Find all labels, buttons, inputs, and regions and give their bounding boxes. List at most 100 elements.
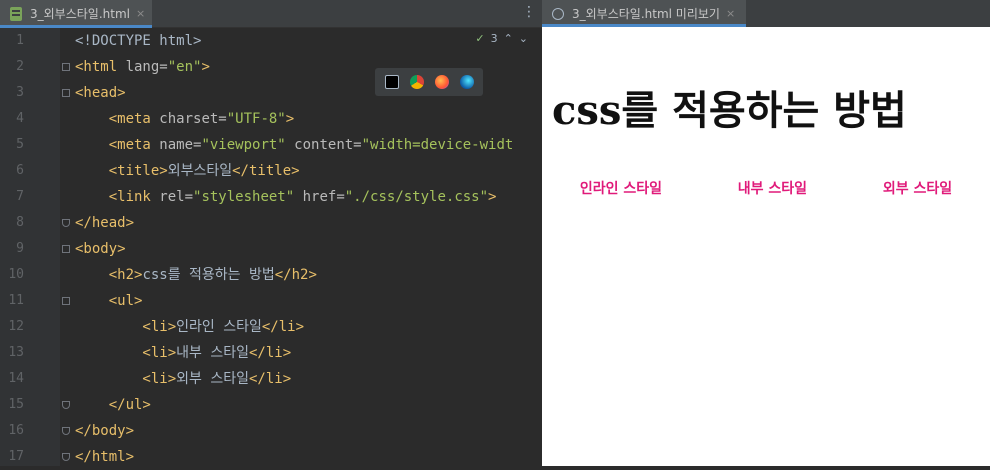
code-text: <!DOCTYPE html> <box>75 28 201 54</box>
code-line[interactable]: 10 <h2>css를 적용하는 방법</h2> <box>0 262 542 288</box>
code-text: <ul> <box>75 288 143 314</box>
code-line[interactable]: 5 <meta name="viewport" content="width=d… <box>0 132 542 158</box>
code-line[interactable]: 11 <ul> <box>0 288 542 314</box>
line-number: 5 <box>16 137 24 152</box>
editor-tab-bar: 3_외부스타일.html × ⋮ <box>0 0 542 28</box>
code-token: content= <box>285 137 362 153</box>
line-number: 14 <box>8 371 24 386</box>
code-text: <h2>css를 적용하는 방법</h2> <box>75 262 317 288</box>
line-number: 11 <box>8 293 24 308</box>
code-token: </li> <box>261 319 305 335</box>
code-token: > <box>201 59 210 75</box>
code-token: lang= <box>125 59 168 75</box>
code-line[interactable]: 17 </html> <box>0 444 542 470</box>
code-line[interactable]: 13 <li>내부 스타일</li> <box>0 340 542 366</box>
active-tab-indicator <box>542 24 746 27</box>
code-token: > <box>488 189 497 205</box>
code-text: <meta name="viewport" content="width=dev… <box>75 132 514 158</box>
list-item: 내부 스타일 <box>737 181 808 197</box>
code-token: <h2> <box>75 267 143 283</box>
code-line[interactable]: 7 <link rel="stylesheet" href="./css/sty… <box>0 184 542 210</box>
code-text: </body> <box>75 418 134 444</box>
code-token: <!DOCTYPE html> <box>75 33 202 49</box>
code-token: </ul> <box>75 397 151 413</box>
code-token: "stylesheet" <box>193 189 295 205</box>
fold-marker-icon[interactable] <box>62 427 70 435</box>
line-number: 7 <box>16 189 24 204</box>
line-number: 13 <box>8 345 24 360</box>
fold-marker-icon[interactable] <box>62 401 70 409</box>
code-text: <head> <box>75 80 126 106</box>
code-token: <head> <box>75 85 126 101</box>
code-token: <title> <box>75 163 168 179</box>
code-line[interactable]: 4 <meta charset="UTF-8"> <box>0 106 542 132</box>
style-list: 인라인 스타일 내부 스타일 외부 스타일 <box>542 178 990 198</box>
code-editor[interactable]: 3_외부스타일.html × ⋮ ✓ 3 ⌃ ⌄ 1 <!DOCTYPE html… <box>0 0 542 466</box>
fold-marker-icon[interactable] <box>62 297 70 305</box>
code-token: charset= <box>159 111 227 127</box>
code-line[interactable]: 14 <li>외부 스타일</li> <box>0 366 542 392</box>
code-line[interactable]: 2 <html lang="en"> <box>0 54 542 80</box>
fold-marker-icon[interactable] <box>62 219 70 227</box>
code-token: "viewport" <box>201 137 286 153</box>
code-line[interactable]: 15 </ul> <box>0 392 542 418</box>
line-number: 10 <box>8 267 24 282</box>
code-token: css를 적용하는 방법 <box>142 267 275 283</box>
code-token: <meta <box>75 111 160 127</box>
code-token: <li> <box>75 319 177 335</box>
code-token: name= <box>159 137 202 153</box>
fold-marker-icon[interactable] <box>62 89 70 97</box>
code-token: </li> <box>249 345 292 361</box>
code-token: "en" <box>167 59 202 75</box>
code-token: "UTF-8" <box>226 111 286 127</box>
code-token: > <box>285 111 295 127</box>
code-line[interactable]: 3 <head> <box>0 80 542 106</box>
list-item: 인라인 스타일 <box>579 181 663 197</box>
fold-marker-icon[interactable] <box>62 63 70 71</box>
line-number: 9 <box>16 241 24 256</box>
code-token: <meta <box>75 137 160 153</box>
fold-marker-icon[interactable] <box>62 245 70 253</box>
code-token: "./css/style.css" <box>344 189 489 205</box>
more-options-icon[interactable]: ⋮ <box>522 4 536 20</box>
code-text: </ul> <box>75 392 151 418</box>
line-number: 2 <box>16 59 24 74</box>
line-number: 17 <box>8 449 24 464</box>
preview-pane: 3_외부스타일.html 미리보기 × css를 적용하는 방법 인라인 스타일… <box>542 0 990 466</box>
code-token: </title> <box>232 163 300 179</box>
code-token: "width=device-widt <box>361 137 514 153</box>
code-line[interactable]: 12 <li>인라인 스타일</li> <box>0 314 542 340</box>
code-token: 내부 스타일 <box>176 345 249 361</box>
code-token: </html> <box>75 449 135 465</box>
code-line[interactable]: 8 </head> <box>0 210 542 236</box>
code-text: <body> <box>75 236 126 262</box>
line-number: 4 <box>16 111 24 126</box>
code-token: href= <box>294 189 345 205</box>
line-number: 3 <box>16 85 24 100</box>
code-token: <li> <box>75 371 177 387</box>
editor-tab-label: 3_외부스타일.html <box>30 7 130 21</box>
code-token: <ul> <box>75 293 143 309</box>
code-token: rel= <box>159 189 194 205</box>
code-token: 외부스타일 <box>167 163 233 179</box>
code-line[interactable]: 6 <title>외부스타일</title> <box>0 158 542 184</box>
code-text: </html> <box>75 444 134 470</box>
code-text: </head> <box>75 210 134 236</box>
list-item: 외부 스타일 <box>882 181 953 197</box>
code-line[interactable]: 9 <body> <box>0 236 542 262</box>
preview-tab[interactable]: 3_외부스타일.html 미리보기 × <box>542 0 746 27</box>
code-line[interactable]: 16 </body> <box>0 418 542 444</box>
preview-tab-label: 3_외부스타일.html 미리보기 <box>572 7 720 21</box>
code-token: </h2> <box>274 267 317 283</box>
line-number: 15 <box>8 397 24 412</box>
code-token: </li> <box>249 371 292 387</box>
line-number: 6 <box>16 163 24 178</box>
code-token: </body> <box>75 423 135 439</box>
close-icon[interactable]: × <box>726 7 735 20</box>
fold-marker-icon[interactable] <box>62 453 70 461</box>
line-number: 12 <box>8 319 24 334</box>
close-icon[interactable]: × <box>136 7 145 20</box>
editor-tab[interactable]: 3_외부스타일.html × <box>0 0 152 28</box>
code-token: 인라인 스타일 <box>176 319 262 335</box>
code-line[interactable]: 1 <!DOCTYPE html> <box>0 28 542 54</box>
